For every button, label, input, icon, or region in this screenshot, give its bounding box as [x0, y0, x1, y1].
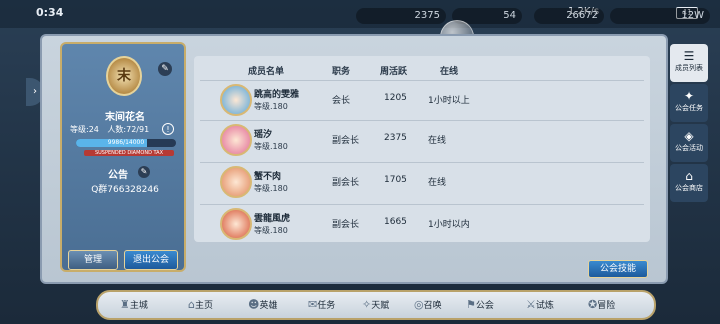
status-time: 0:34: [36, 6, 64, 19]
guild-icon: ⚑: [466, 298, 476, 311]
talent-icon: ✧: [362, 298, 372, 311]
members-icon: ☰: [683, 49, 695, 63]
guild-members: 人数:72/91: [107, 125, 150, 134]
nav-home[interactable]: ⌂主页: [188, 298, 213, 311]
member-name: 蟹不肉: [254, 172, 282, 182]
sidebar: ☰ 成员列表 ✦ 公会任务 ◈ 公会活动 ⌂ 公会商店: [670, 44, 708, 204]
member-avatar[interactable]: [220, 166, 252, 198]
header-position: 职务: [332, 67, 351, 77]
resource-power: 12W: [610, 8, 710, 24]
guild-stats: 等级:24 人数:72/91: [70, 124, 149, 135]
edit-announcement-icon[interactable]: ✎: [138, 166, 150, 178]
sidebar-item-tasks[interactable]: ✦ 公会任务: [670, 84, 708, 122]
guild-exp-text: 9986/14000: [107, 139, 145, 146]
header-online: 在线: [440, 67, 459, 77]
guild-level: 等级:24: [70, 125, 99, 134]
member-activity: 1665: [384, 217, 407, 227]
guild-red-bar: SUSPENDED DIAMOND TAX: [84, 150, 174, 156]
hero-icon: ☻: [248, 298, 260, 311]
member-avatar[interactable]: [220, 124, 252, 156]
table-row[interactable]: 蟹不肉等级.180 副会长 1705 在线: [200, 162, 644, 200]
exit-guild-button[interactable]: 退出公会: [124, 250, 178, 270]
adventure-icon: ✪: [588, 298, 598, 311]
home-icon: ⌂: [188, 298, 195, 311]
sidebar-item-shop[interactable]: ⌂ 公会商店: [670, 164, 708, 202]
table-row[interactable]: 跳高的雯雅等级.180 会长 1205 1小时以上: [200, 80, 644, 118]
table-row[interactable]: 瑶汐等级.180 副会长 2375 在线: [200, 120, 644, 158]
guild-skill-button[interactable]: 公会技能: [588, 260, 648, 278]
member-level: 等级.180: [254, 102, 288, 111]
member-position: 副会长: [332, 220, 360, 230]
member-level: 等级.180: [254, 142, 288, 151]
member-activity: 1205: [384, 93, 407, 103]
nav-main-city[interactable]: ♜主城: [120, 298, 148, 311]
tasks-icon: ✦: [683, 89, 695, 103]
nav-trial[interactable]: ⚔试炼: [526, 298, 554, 311]
announcement-text: Q群766328246: [91, 185, 159, 195]
member-avatar[interactable]: [220, 208, 252, 240]
summon-icon: ◎: [414, 298, 424, 311]
member-level: 等级.180: [254, 184, 288, 193]
sidebar-item-activity[interactable]: ◈ 公会活动: [670, 124, 708, 162]
manage-button[interactable]: 管理: [68, 250, 118, 270]
member-avatar[interactable]: [220, 84, 252, 116]
member-online: 1小时以内: [428, 220, 470, 230]
task-icon: ✉: [308, 298, 318, 311]
member-online: 在线: [428, 136, 447, 146]
member-name: 雲龍風虎: [254, 214, 291, 224]
member-activity: 2375: [384, 133, 407, 143]
member-position: 会长: [332, 96, 351, 106]
castle-icon: ♜: [120, 298, 130, 311]
activity-icon: ◈: [684, 129, 694, 143]
nav-summon[interactable]: ◎召唤: [414, 298, 442, 311]
member-online: 在线: [428, 178, 447, 188]
nav-heroes[interactable]: ☻英雄: [248, 298, 277, 311]
header-members: 成员名单: [248, 67, 285, 77]
resource-gem: 26672: [534, 8, 604, 24]
guild-info-card: 末 ✎ 末间花名 等级:24 人数:72/91 ! 9986/14000 SUS…: [60, 42, 186, 272]
shop-icon: ⌂: [685, 169, 693, 183]
guild-emblem: 末: [106, 56, 142, 96]
member-position: 副会长: [332, 178, 360, 188]
guild-name: 末间花名: [105, 112, 145, 123]
table-row[interactable]: 雲龍風虎等级.180 副会长 1665 1小时以内: [200, 204, 644, 242]
resource-gold: 2375: [356, 8, 446, 24]
member-activity: 1705: [384, 175, 407, 185]
announcement-label: 公告: [108, 170, 128, 181]
table-header: 成员名单 职务 周活跃 在线: [194, 60, 650, 78]
bottom-nav: ♜主城 ⌂主页 ☻英雄 ✉任务 ✧天赋 ◎召唤 ⚑公会 ⚔试炼 ✪冒险: [96, 290, 656, 320]
nav-guild[interactable]: ⚑公会: [466, 298, 494, 311]
member-name: 瑶汐: [254, 130, 273, 140]
header-activity: 周活跃: [380, 67, 408, 77]
info-icon[interactable]: !: [162, 123, 174, 135]
member-name: 跳高的雯雅: [254, 90, 300, 100]
edit-emblem-icon[interactable]: ✎: [158, 62, 172, 76]
trial-icon: ⚔: [526, 298, 536, 311]
member-position: 副会长: [332, 136, 360, 146]
member-online: 1小时以上: [428, 96, 470, 106]
nav-adventure[interactable]: ✪冒险: [588, 298, 615, 311]
nav-talent[interactable]: ✧天赋: [362, 298, 389, 311]
sidebar-item-members[interactable]: ☰ 成员列表: [670, 44, 708, 82]
nav-tasks[interactable]: ✉任务: [308, 298, 335, 311]
member-level: 等级.180: [254, 226, 288, 235]
